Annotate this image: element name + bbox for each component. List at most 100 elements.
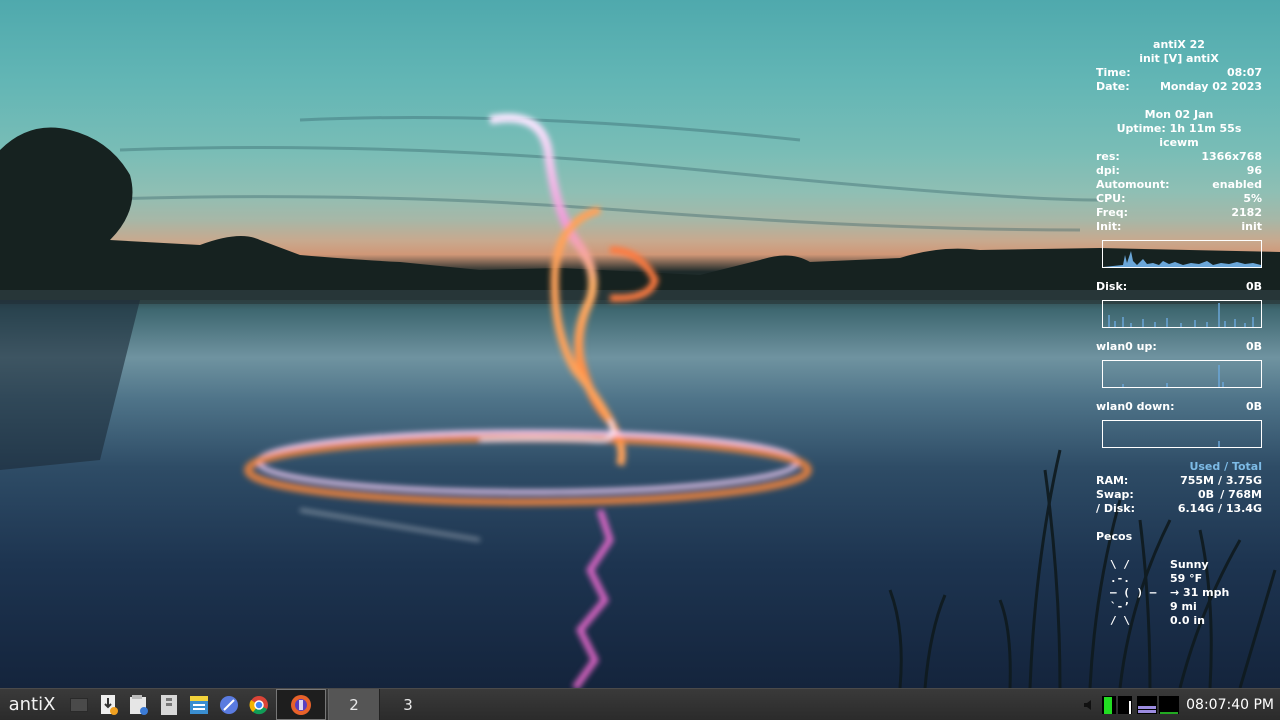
conky-stat-row: dpi: 96: [1096, 164, 1262, 178]
weather-precipitation: 0.0 in: [1170, 614, 1205, 627]
weather-row: `-’ 9 mi: [1110, 600, 1262, 614]
network-monitor-icon[interactable]: [1158, 689, 1180, 720]
weather-sun-icon: ― ( ) ―: [1110, 586, 1157, 599]
weather-sun-icon: \ /: [1110, 558, 1130, 571]
conky-stat-label: dpi:: [1096, 164, 1120, 177]
conky-mem-used: 6.14G: [1177, 502, 1214, 515]
wlan-down-graph: [1102, 420, 1262, 448]
conky-mem-used: 755M: [1180, 474, 1214, 487]
conky-mem-total: / 13.4G: [1217, 502, 1262, 515]
wlan-down-graph-plot: [1218, 441, 1220, 447]
taskbar-window-button[interactable]: [276, 689, 326, 720]
conky-wlan-down-row: wlan0 down: 0B: [1096, 400, 1262, 414]
conky-wlan-down-value: 0B: [1245, 400, 1262, 413]
conky-mem-row: RAM: 755M / 3.75G: [1096, 474, 1262, 488]
weather-condition: Sunny: [1170, 558, 1209, 571]
weather-row: ― ( ) ― → 31 mph: [1110, 586, 1262, 600]
conky-wlan-up-label: wlan0 up:: [1096, 340, 1157, 353]
show-desktop-icon[interactable]: [64, 689, 94, 720]
conky-stat-value: init: [1241, 220, 1262, 233]
conky-system-monitor: antiX 22 init [V] antiX Time: 08:07 Date…: [1096, 38, 1262, 628]
conky-date-row: Date: Monday 02 2023: [1096, 80, 1262, 94]
file-manager-icon[interactable]: [124, 689, 154, 720]
conky-stat-label: Freq:: [1096, 206, 1128, 219]
weather-row: .-. 59 °F: [1110, 572, 1262, 586]
wallpaper-art: [0, 113, 1280, 688]
conky-mem-label: RAM:: [1096, 474, 1129, 487]
firefox-icon: [291, 694, 311, 715]
weather-row: \ / Sunny: [1110, 558, 1262, 572]
conky-spacer: [1096, 516, 1262, 530]
wlan-up-graph-plot: [1122, 365, 1224, 387]
conky-init-line: init [V] antiX: [1139, 52, 1219, 65]
disk-graph: [1102, 300, 1262, 328]
conky-stat-label: Init:: [1096, 220, 1122, 233]
conky-mem-used: 0B: [1197, 488, 1214, 501]
conky-date-label: Date:: [1096, 80, 1130, 93]
conky-stat-label: Automount:: [1096, 178, 1170, 191]
conky-uptime: Uptime: 1h 11m 55s: [1116, 122, 1242, 135]
conky-stat-row: Freq: 2182: [1096, 206, 1262, 220]
conky-window-manager: icewm: [1159, 136, 1199, 149]
conky-wlan-up-value: 0B: [1245, 340, 1262, 353]
disk-graph-plot: [1108, 303, 1254, 327]
conky-stat-row: Automount: enabled: [1096, 178, 1262, 192]
conky-disk-row: Disk: 0B: [1096, 280, 1262, 294]
weather-sun-icon: / \: [1110, 614, 1130, 627]
workspace-3-button[interactable]: 3: [382, 689, 434, 720]
volume-icon[interactable]: [1078, 689, 1100, 720]
conky-used-total-header: Used / Total: [1189, 460, 1262, 473]
start-menu-button[interactable]: antiX: [0, 689, 64, 720]
conky-disk-value: 0B: [1245, 280, 1262, 293]
cpu-graph: [1102, 240, 1262, 268]
conky-short-date: Mon 02 Jan: [1144, 108, 1214, 121]
conky-mem-row: / Disk: 6.14G / 13.4G: [1096, 502, 1262, 516]
cpu-monitor-icon[interactable]: [1100, 689, 1136, 720]
wlan-up-graph: [1102, 360, 1262, 388]
conky-stat-row: Init: init: [1096, 220, 1262, 234]
desktop-wallpaper: [0, 0, 1280, 688]
weather-row: / \ 0.0 in: [1110, 614, 1262, 628]
editor-icon[interactable]: [184, 689, 214, 720]
conky-stat-value: 5%: [1243, 192, 1262, 205]
weather-wind: → 31 mph: [1170, 586, 1230, 599]
weather-sun-icon: `-’: [1110, 600, 1130, 613]
weather-sun-icon: .-.: [1110, 572, 1130, 585]
weather-temperature: 59 °F: [1170, 572, 1203, 585]
conky-wlan-down-label: wlan0 down:: [1096, 400, 1175, 413]
conky-stat-value: 1366x768: [1201, 150, 1262, 163]
conky-stat-row: res: 1366x768: [1096, 150, 1262, 164]
conky-wlan-up-row: wlan0 up: 0B: [1096, 340, 1262, 354]
conky-mem-row: Swap: 0B / 768M: [1096, 488, 1262, 502]
archive-icon[interactable]: [154, 689, 184, 720]
conky-time-label: Time:: [1096, 66, 1131, 79]
conky-os-name: antiX 22: [1153, 38, 1205, 51]
conky-stat-row: CPU: 5%: [1096, 192, 1262, 206]
memory-monitor-icon[interactable]: [1136, 689, 1158, 720]
conky-stat-value: enabled: [1212, 178, 1262, 191]
installer-icon[interactable]: [94, 689, 124, 720]
conky-time-value: 08:07: [1226, 66, 1262, 79]
browser-seamonkey-icon[interactable]: [214, 689, 244, 720]
conky-stat-value: 96: [1246, 164, 1262, 177]
weather-visibility: 9 mi: [1170, 600, 1197, 613]
conky-stat-label: res:: [1096, 150, 1120, 163]
conky-spacer: [1096, 544, 1262, 558]
weather-location: Pecos: [1096, 530, 1133, 543]
conky-mem-total: / 3.75G: [1217, 474, 1262, 487]
conky-spacer: [1096, 94, 1262, 108]
taskbar: antiX 2 3 08:07:40 PM: [0, 688, 1280, 720]
conky-stat-label: CPU:: [1096, 192, 1126, 205]
workspace-2-button[interactable]: 2: [328, 689, 380, 720]
conky-date-value: Monday 02 2023: [1159, 80, 1262, 93]
conky-time-row: Time: 08:07: [1096, 66, 1262, 80]
cpu-graph-plot: [1103, 251, 1261, 267]
system-tray: 08:07:40 PM: [1078, 689, 1280, 720]
conky-disk-label: Disk:: [1096, 280, 1128, 293]
conky-mem-label: / Disk:: [1096, 502, 1136, 515]
conky-mem-label: Swap:: [1096, 488, 1134, 501]
chrome-icon[interactable]: [244, 689, 274, 720]
weather-block: \ / Sunny .-. 59 °F ― ( ) ― → 31 mph `-’…: [1110, 558, 1262, 628]
taskbar-clock[interactable]: 08:07:40 PM: [1180, 697, 1280, 713]
conky-stat-value: 2182: [1231, 206, 1262, 219]
